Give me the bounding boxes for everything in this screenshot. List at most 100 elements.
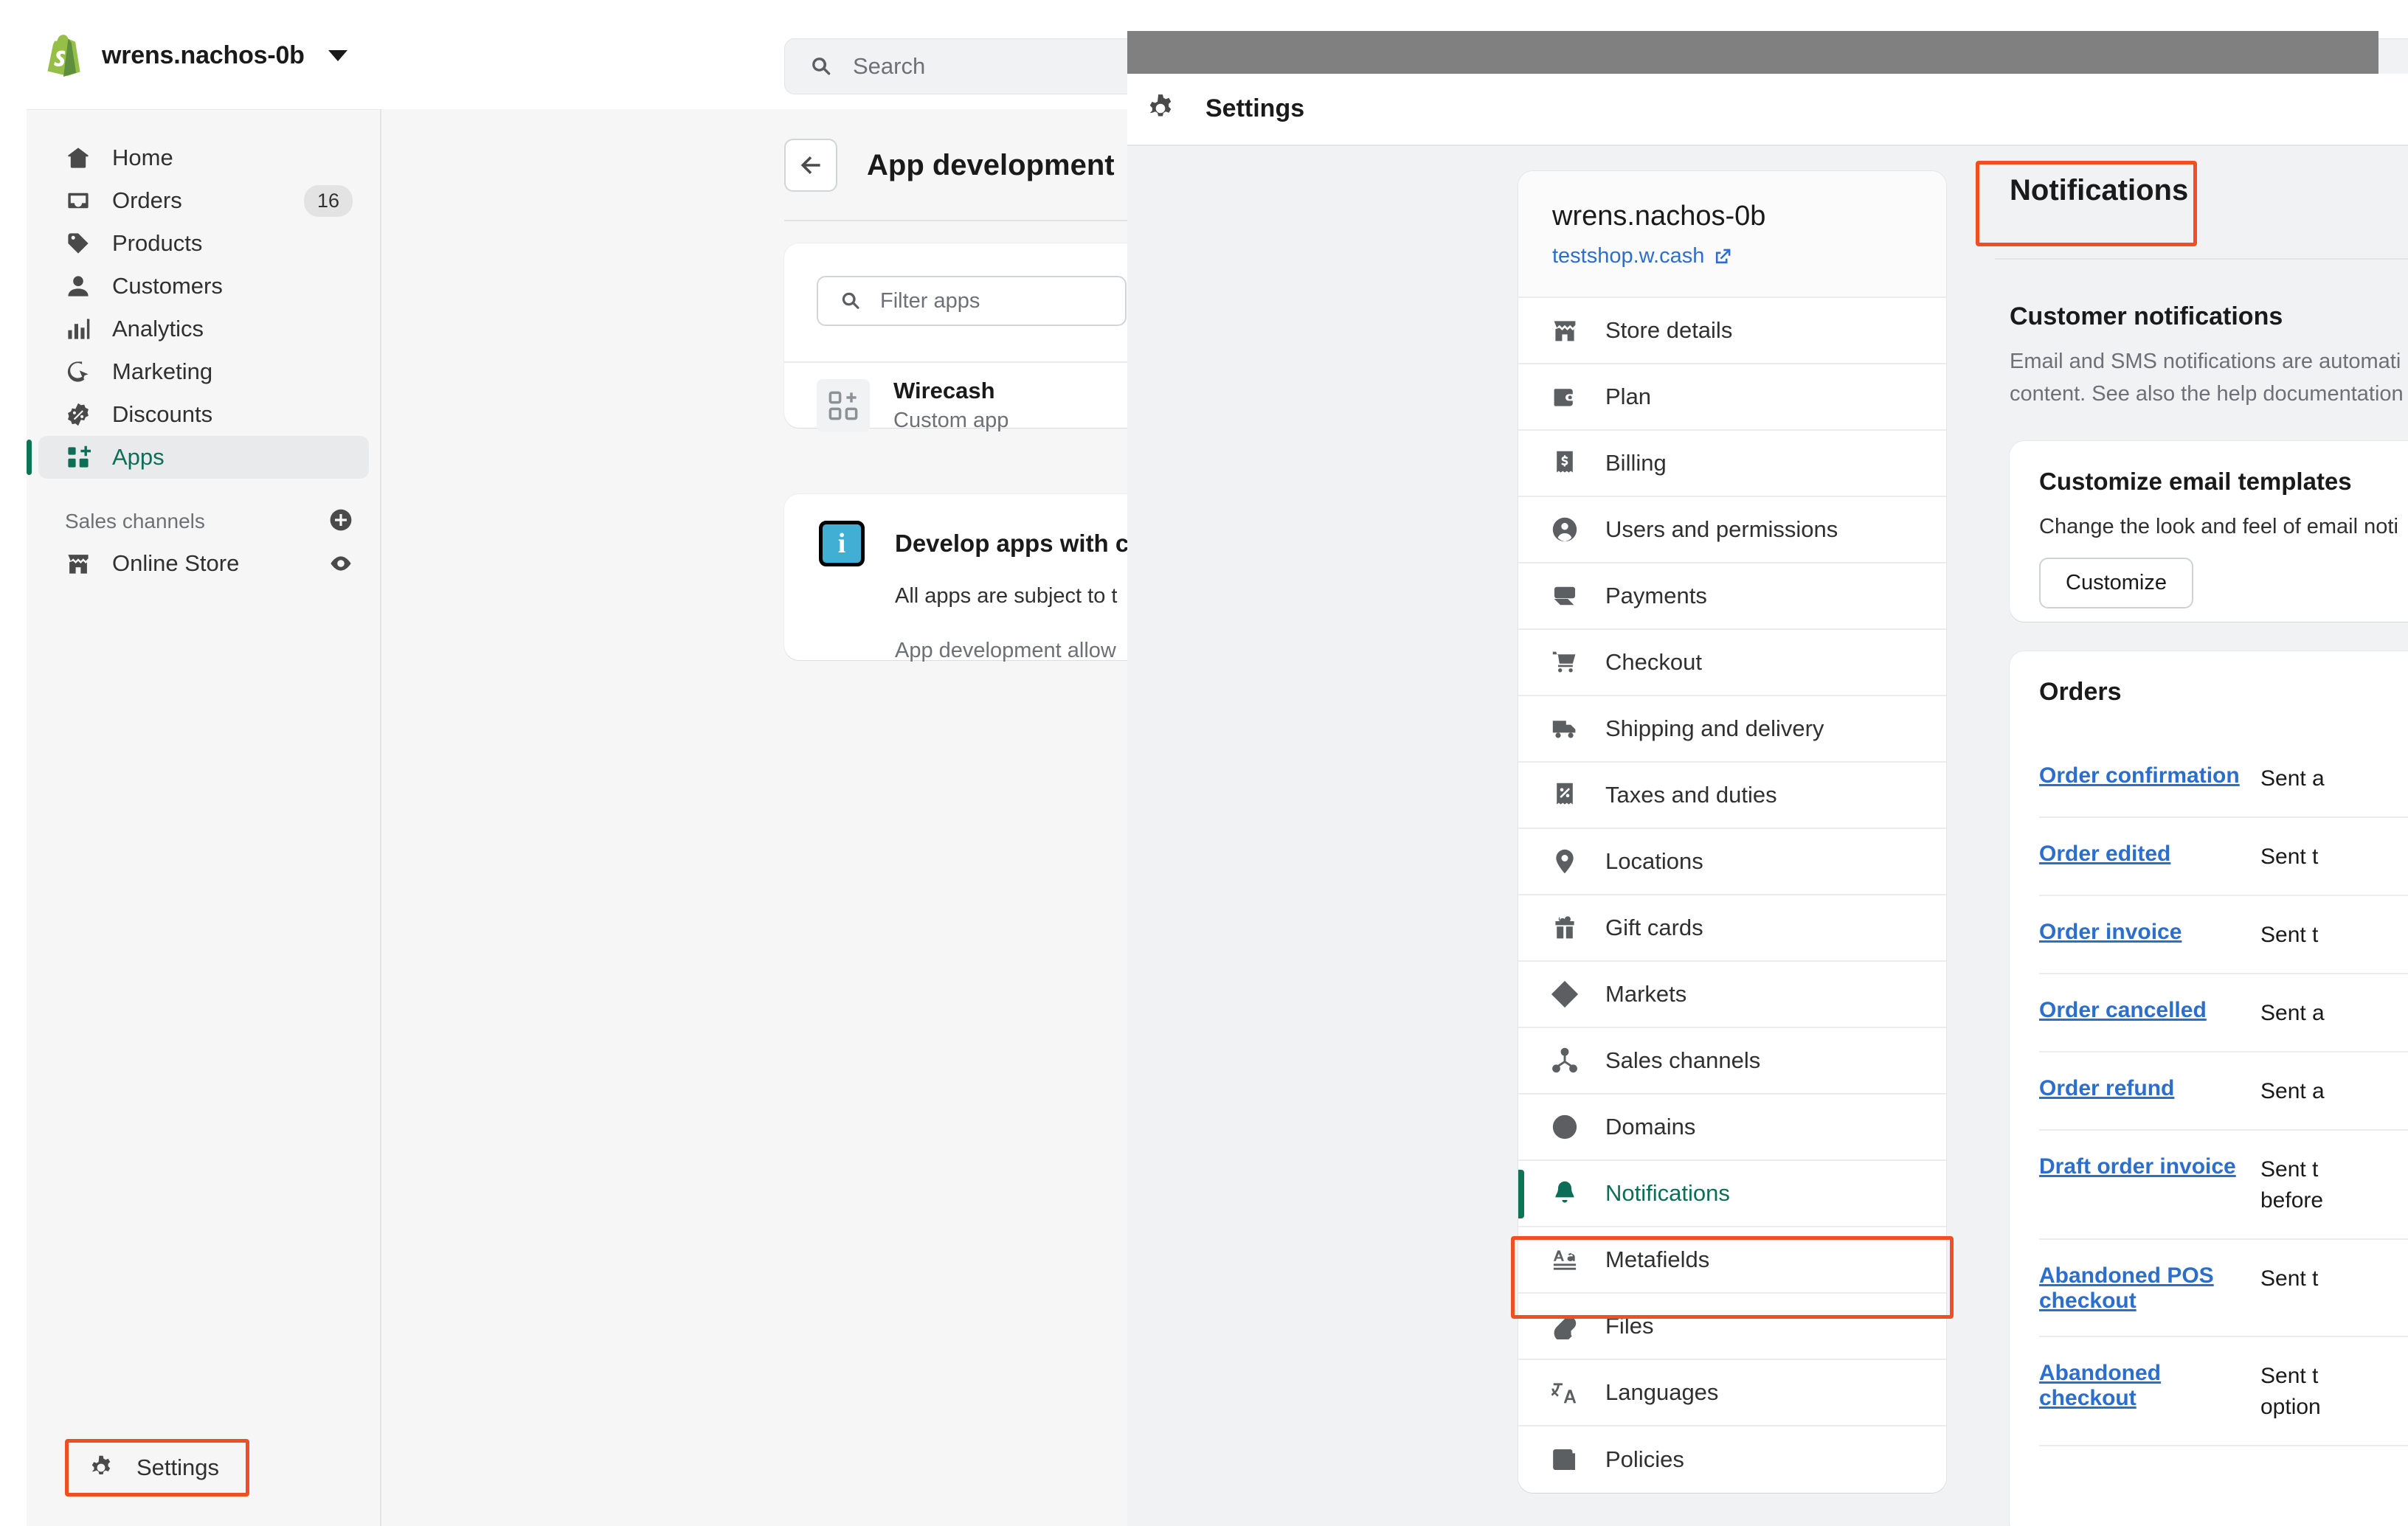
- settings-nav-gift-cards[interactable]: Gift cards: [1518, 895, 1946, 962]
- page-title: App development: [867, 148, 1115, 181]
- customize-button[interactable]: Customize: [2039, 558, 2193, 608]
- notification-link[interactable]: Order refund: [2039, 1076, 2260, 1101]
- table-row: Order edited Sent t: [2039, 818, 2408, 896]
- metafields-aa-icon: [1551, 1246, 1579, 1274]
- table-row: Draft order invoice Sent t before: [2039, 1131, 2408, 1240]
- apps-grid-plus-icon: [65, 444, 91, 471]
- settings-button[interactable]: Settings: [65, 1439, 250, 1496]
- settings-nav-policies[interactable]: Policies: [1518, 1426, 1946, 1493]
- settings-nav-notifications[interactable]: Notifications: [1518, 1161, 1946, 1227]
- notification-link[interactable]: Order confirmation: [2039, 763, 2260, 788]
- notification-link[interactable]: Abandoned checkout: [2039, 1361, 2260, 1411]
- settings-nav-languages[interactable]: Languages: [1518, 1360, 1946, 1426]
- notification-description: Sent a: [2260, 1079, 2325, 1103]
- notification-description: Sent a: [2260, 766, 2325, 791]
- notification-link[interactable]: Order cancelled: [2039, 998, 2260, 1023]
- back-button[interactable]: [784, 139, 837, 192]
- customer-notifications-description: Email and SMS notifications are automati…: [2010, 350, 2404, 406]
- sidebar-item-label: Online Store: [112, 550, 240, 576]
- globe-icon: [1551, 1113, 1579, 1141]
- settings-nav-markets[interactable]: Markets: [1518, 962, 1946, 1028]
- settings-nav-domains[interactable]: Domains: [1518, 1095, 1946, 1161]
- page-title: Notifications: [2010, 174, 2189, 207]
- sidebar-item-products[interactable]: Products: [38, 222, 369, 265]
- sidebar-item-apps[interactable]: Apps: [27, 436, 369, 479]
- sidebar-item-label: Products: [112, 230, 203, 256]
- sidebar-item-online-store[interactable]: Online Store: [38, 542, 369, 585]
- customize-card-title: Customize email templates: [2039, 468, 2352, 495]
- notification-link[interactable]: Order invoice: [2039, 920, 2260, 945]
- external-link-icon: [1716, 249, 1731, 263]
- screen: wrens.nachos-0b Search Search: [0, 0, 2408, 1526]
- modal-backdrop-strip: [1127, 31, 2378, 74]
- eye-icon[interactable]: [329, 552, 353, 575]
- settings-button-label: Settings: [136, 1454, 220, 1480]
- settings-nav-store-details[interactable]: Store details: [1518, 298, 1946, 364]
- settings-nav-files[interactable]: Files: [1518, 1294, 1946, 1360]
- settings-nav-label: Domains: [1605, 1114, 1696, 1140]
- info-icon: i: [819, 521, 865, 566]
- card-divider: [784, 361, 1168, 363]
- customer-notifications-heading: Customer notifications: [2010, 302, 2283, 330]
- settings-nav-label: Markets: [1605, 981, 1687, 1007]
- notification-description: Sent t option: [2260, 1364, 2321, 1419]
- settings-nav-label: Sales channels: [1605, 1047, 1761, 1073]
- notification-link[interactable]: Order edited: [2039, 842, 2260, 867]
- billing-receipt-icon: [1551, 449, 1579, 477]
- info-card-line2: App development allow: [895, 639, 1116, 662]
- table-row: Order cancelled Sent a: [2039, 974, 2408, 1052]
- settings-nav-metafields[interactable]: Metafields: [1518, 1227, 1946, 1294]
- settings-nav-billing[interactable]: Billing: [1518, 431, 1946, 497]
- marketing-target-icon: [65, 358, 91, 385]
- settings-nav-shipping-and-delivery[interactable]: Shipping and delivery: [1518, 696, 1946, 763]
- translate-icon: [1551, 1378, 1579, 1407]
- sidebar-item-label: Marketing: [112, 358, 213, 384]
- gear-icon: [1149, 94, 1172, 117]
- notification-link[interactable]: Abandoned POS checkout: [2039, 1263, 2260, 1314]
- settings-nav-label: Locations: [1605, 848, 1703, 874]
- sidebar-divider: [380, 109, 381, 1526]
- settings-nav-payments[interactable]: Payments: [1518, 563, 1946, 630]
- sidebar-item-label: Orders: [112, 187, 182, 213]
- app-name: Wirecash: [893, 378, 995, 403]
- orders-notification-list: Order confirmation Sent a Order edited S…: [2039, 740, 2408, 1446]
- settings-nav-plan[interactable]: Plan: [1518, 364, 1946, 431]
- settings-nav-locations[interactable]: Locations: [1518, 829, 1946, 895]
- app-development-header: App development: [784, 139, 1115, 192]
- sidebar-item-customers[interactable]: Customers: [38, 265, 369, 308]
- discounts-percent-icon: [65, 401, 91, 428]
- notification-link[interactable]: Draft order invoice: [2039, 1154, 2260, 1179]
- sidebar-item-label: Home: [112, 145, 173, 170]
- sidebar-item-discounts[interactable]: Discounts: [38, 393, 369, 436]
- app-list-item[interactable]: Wirecash Custom app: [817, 378, 1008, 433]
- map-pin-icon: [1551, 847, 1579, 875]
- payments-card-icon: [1551, 582, 1579, 610]
- settings-nav-label: Store details: [1605, 317, 1733, 343]
- sidebar-item-orders[interactable]: Orders 16: [38, 179, 369, 222]
- cart-icon: [1551, 648, 1579, 676]
- settings-shop-url[interactable]: testshop.w.cash: [1552, 244, 1912, 268]
- sidebar-item-home[interactable]: Home: [38, 136, 369, 179]
- settings-nav-taxes-and-duties[interactable]: Taxes and duties: [1518, 763, 1946, 829]
- app-subtitle: Custom app: [893, 409, 1009, 432]
- store-icon: [65, 550, 91, 577]
- settings-nav-users-and-permissions[interactable]: Users and permissions: [1518, 497, 1946, 563]
- app-development-info-card: i Develop apps with c All apps are subje…: [784, 494, 1168, 662]
- sidebar-item-marketing[interactable]: Marketing: [38, 350, 369, 393]
- sidebar-section-label: Sales channels: [65, 510, 205, 533]
- filter-apps-input[interactable]: Filter apps: [817, 276, 1127, 326]
- policies-doc-icon: [1551, 1446, 1579, 1474]
- shop-switcher[interactable]: wrens.nachos-0b: [44, 34, 347, 77]
- add-sales-channel-icon[interactable]: [329, 508, 353, 535]
- settings-nav-sales-channels[interactable]: Sales channels: [1518, 1028, 1946, 1095]
- settings-nav-label: Taxes and duties: [1605, 782, 1777, 808]
- settings-nav-label: Languages: [1605, 1379, 1719, 1405]
- page-divider: [784, 220, 1168, 221]
- search-placeholder: Search: [853, 53, 926, 79]
- settings-nav-label: Plan: [1605, 384, 1652, 409]
- settings-nav-checkout[interactable]: Checkout: [1518, 630, 1946, 696]
- chevron-down-icon[interactable]: [328, 49, 347, 61]
- settings-nav-label: Payments: [1605, 583, 1707, 608]
- sidebar-item-analytics[interactable]: Analytics: [38, 308, 369, 350]
- orders-section-heading: Orders: [2039, 678, 2122, 706]
